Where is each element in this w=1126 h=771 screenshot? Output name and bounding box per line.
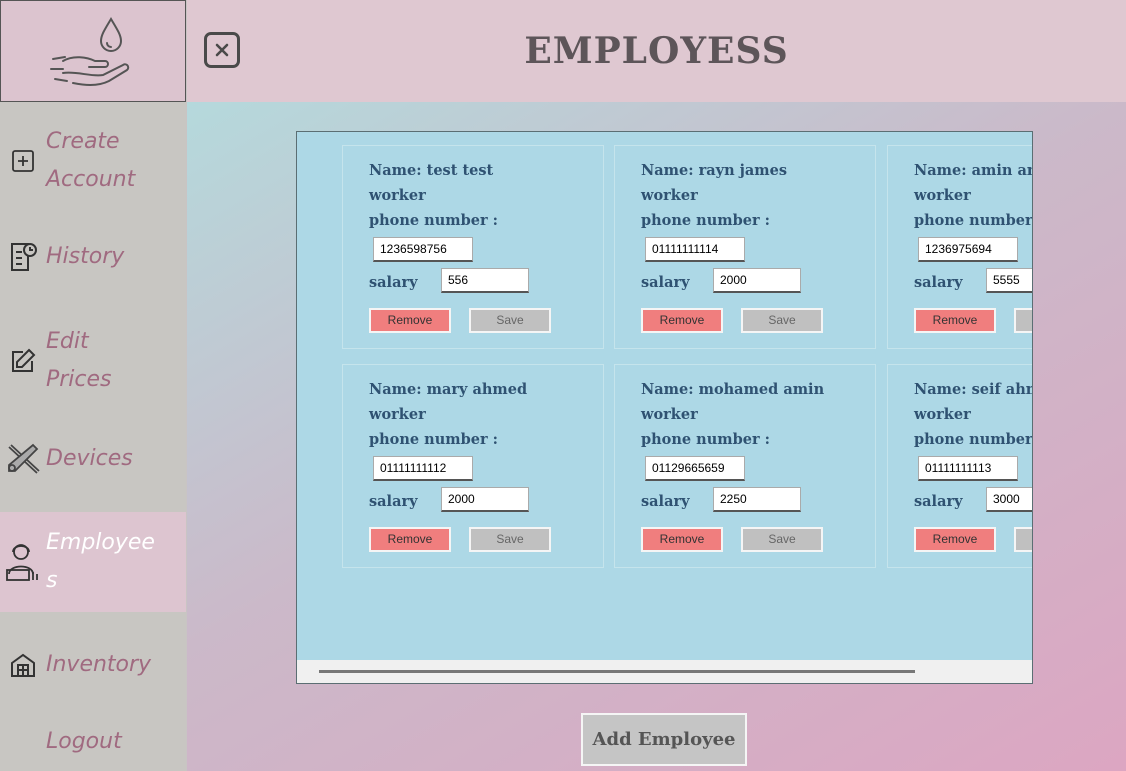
employee-role: worker (914, 406, 971, 423)
salary-input[interactable]: 2000 (713, 268, 801, 293)
save-button[interactable]: Save (1014, 308, 1032, 333)
phone-input[interactable]: 01111111112 (373, 456, 473, 481)
edit-icon (0, 347, 46, 375)
add-employee-button[interactable]: Add Employee (581, 713, 747, 766)
sidebar-item-inventory[interactable]: Inventory (0, 640, 186, 690)
remove-button[interactable]: Remove (914, 527, 996, 552)
phone-label: phone number : (914, 212, 1033, 229)
remove-button[interactable]: Remove (641, 527, 723, 552)
salary-label: salary (369, 274, 418, 291)
salary-label: salary (914, 274, 963, 291)
sidebar-item-create-account[interactable]: Create Account (0, 116, 186, 206)
phone-input[interactable]: 01111111114 (645, 237, 745, 262)
horizontal-scrollbar[interactable] (297, 660, 1032, 683)
employee-card: Name: mohamed amin worker phone number :… (614, 364, 876, 568)
employee-role: worker (641, 187, 698, 204)
remove-button[interactable]: Remove (914, 308, 996, 333)
salary-input[interactable]: 2000 (441, 487, 529, 512)
sidebar-item-label: Employees (46, 530, 155, 593)
salary-input[interactable]: 3000 (986, 487, 1032, 512)
phone-label: phone number : (641, 212, 770, 229)
employee-card: Name: amin amin worker phone number : 12… (887, 145, 1033, 349)
scrollbar-thumb[interactable] (319, 670, 915, 673)
phone-input[interactable]: 01129665659 (645, 456, 745, 481)
sidebar-item-history[interactable]: History (0, 232, 186, 282)
remove-button[interactable]: Remove (369, 527, 451, 552)
salary-label: salary (641, 274, 690, 291)
phone-label: phone number : (369, 212, 498, 229)
employee-card: Name: test test worker phone number : 12… (342, 145, 604, 349)
employee-name: Name: mary ahmed (369, 381, 528, 398)
remove-button[interactable]: Remove (641, 308, 723, 333)
save-button[interactable]: Save (741, 527, 823, 552)
employee-role: worker (914, 187, 971, 204)
salary-input[interactable]: 5555 (986, 268, 1032, 293)
employee-card: Name: seif ahmed worker phone number : 0… (887, 364, 1033, 568)
warehouse-icon (0, 651, 46, 679)
save-button[interactable]: Save (1014, 527, 1032, 552)
page-title: EMPLOYESS (524, 30, 789, 72)
employee-card: Name: mary ahmed worker phone number : 0… (342, 364, 604, 568)
salary-label: salary (369, 493, 418, 510)
sidebar-item-edit-prices[interactable]: Edit Prices (0, 316, 186, 406)
phone-input[interactable]: 01111111113 (918, 456, 1018, 481)
history-icon (0, 240, 46, 274)
save-button[interactable]: Save (741, 308, 823, 333)
employee-role: worker (641, 406, 698, 423)
plus-square-icon (0, 148, 46, 174)
sidebar-item-label: History (46, 244, 125, 269)
sidebar: Create Account History Edit Prices Devic… (0, 102, 186, 771)
logout-label: Logout (46, 729, 122, 754)
employee-role: worker (369, 187, 426, 204)
phone-label: phone number : (914, 431, 1033, 448)
salary-input[interactable]: 2250 (713, 487, 801, 512)
app-logo (0, 0, 186, 102)
sidebar-item-devices[interactable]: Devices (0, 434, 186, 484)
employee-card: Name: rayn james worker phone number : 0… (614, 145, 876, 349)
phone-label: phone number : (641, 431, 770, 448)
employee-name: Name: rayn james (641, 162, 788, 179)
employee-name: Name: amin amin (914, 162, 1032, 179)
salary-label: salary (914, 493, 963, 510)
employee-grid-panel[interactable]: Name: test test worker phone number : 12… (296, 131, 1033, 684)
salary-input[interactable]: 556 (441, 268, 529, 293)
phone-input[interactable]: 1236598756 (373, 237, 473, 262)
sidebar-item-label: Create Account (46, 129, 136, 192)
phone-label: phone number : (369, 431, 498, 448)
employee-icon (0, 540, 46, 584)
remove-button[interactable]: Remove (369, 308, 451, 333)
sidebar-item-label: Edit Prices (46, 329, 112, 392)
salary-label: salary (641, 493, 690, 510)
water-hand-icon (50, 17, 130, 86)
tools-icon (0, 441, 46, 477)
employee-name: Name: test test (369, 162, 494, 179)
employee-role: worker (369, 406, 426, 423)
header-bar: EMPLOYESS (187, 0, 1126, 102)
phone-input[interactable]: 1236975694 (918, 237, 1018, 262)
sidebar-item-employees[interactable]: Employees (0, 512, 186, 612)
sidebar-item-label: Inventory (46, 652, 152, 677)
save-button[interactable]: Save (469, 308, 551, 333)
employee-name: Name: seif ahmed (914, 381, 1032, 398)
employee-name: Name: mohamed amin (641, 381, 825, 398)
save-button[interactable]: Save (469, 527, 551, 552)
sidebar-item-label: Devices (46, 446, 133, 471)
sidebar-item-logout[interactable]: Logout (0, 722, 186, 762)
